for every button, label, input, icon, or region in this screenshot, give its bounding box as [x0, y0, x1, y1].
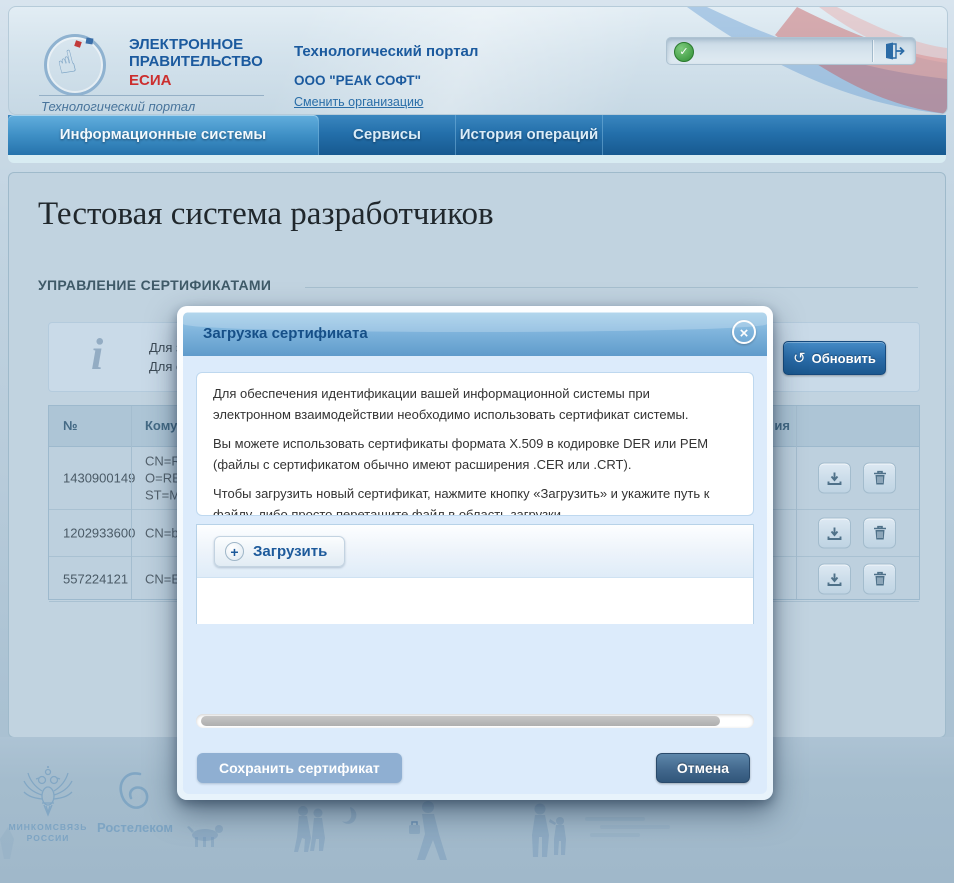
upload-button-label: Загрузить [253, 543, 327, 560]
logout-door-icon[interactable] [883, 42, 905, 60]
brand-block: ЭЛЕКТРОННОЕ ПРАВИТЕЛЬСТВО ЕСИА [129, 36, 263, 89]
modal-inner: Загрузка сертификата × Для обеспечения и… [183, 312, 767, 794]
download-certificate-button[interactable] [818, 463, 851, 494]
check-circle-icon: ✓ [674, 42, 694, 62]
upload-area: + Загрузить [196, 524, 754, 624]
modal-header: Загрузка сертификата × [183, 312, 767, 356]
info-icon: i [91, 329, 103, 380]
row-actions [818, 564, 896, 595]
certificate-number: 1202933600 [63, 526, 135, 541]
nav-bottom-strip [8, 155, 946, 163]
certificate-number: 1430900149 [63, 471, 135, 486]
section-divider [305, 287, 918, 288]
session-status-bar: ✓ [666, 37, 916, 65]
cert-line: O=RE [145, 470, 181, 487]
download-certificate-button[interactable] [818, 564, 851, 595]
tab-services[interactable]: Сервисы [319, 115, 456, 155]
refresh-icon: ↻ [793, 349, 806, 367]
page-title: Тестовая система разработчиков [38, 196, 494, 233]
delete-certificate-button[interactable] [863, 463, 896, 494]
certificate-number: 557224121 [63, 572, 128, 587]
logo-red-square [74, 40, 82, 48]
save-certificate-button[interactable]: Сохранить сертификат [197, 753, 402, 783]
main-navigation: Информационные системы Сервисы История о… [8, 115, 946, 155]
delete-certificate-button[interactable] [863, 518, 896, 549]
column-divider [131, 406, 132, 599]
download-certificate-button[interactable] [818, 518, 851, 549]
portal-title: Технологический портал [294, 43, 478, 60]
delete-certificate-button[interactable] [863, 564, 896, 595]
plus-circle-icon: + [225, 542, 244, 561]
organization-name: ООО "РЕАК СОФТ" [294, 73, 421, 88]
refresh-button[interactable]: ↻ Обновить [783, 341, 886, 375]
close-icon[interactable]: × [732, 320, 756, 344]
modal-info-box: Для обеспечения идентификации вашей инфо… [196, 372, 754, 516]
header-banner: ☝ ЭЛЕКТРОННОЕ ПРАВИТЕЛЬСТВО ЕСИА Техноло… [8, 6, 948, 115]
brand-divider [39, 95, 264, 96]
column-validity: ия [774, 418, 790, 433]
page-background: ☝ ЭЛЕКТРОННОЕ ПРАВИТЕЛЬСТВО ЕСИА Техноло… [0, 0, 954, 883]
logo-blue-square [86, 37, 94, 44]
modal-paragraph: Чтобы загрузить новый сертификат, нажмит… [213, 483, 718, 516]
cancel-button[interactable]: Отмена [656, 753, 750, 783]
upload-button[interactable]: + Загрузить [214, 536, 345, 567]
cert-line: CN=E [145, 571, 180, 588]
cert-line: CN=b [145, 525, 179, 542]
ministry-line2: РОССИИ [6, 833, 90, 844]
certificate-subject: CN=E [145, 571, 180, 588]
certificate-subject: CN=R O=RE ST=M [145, 453, 181, 504]
change-organization-link[interactable]: Сменить организацию [294, 95, 423, 109]
column-divider [796, 406, 797, 599]
modal-title: Загрузка сертификата [203, 325, 368, 342]
rostelecom-logo [116, 769, 156, 817]
file-drop-zone[interactable] [197, 578, 753, 624]
upload-toolbar: + Загрузить [197, 525, 753, 578]
row-actions [818, 463, 896, 494]
cert-line: CN=R [145, 453, 181, 470]
esia-logo: ☝ [44, 34, 106, 96]
tab-information-systems[interactable]: Информационные системы [8, 115, 319, 155]
modal-paragraph: Для обеспечения идентификации вашей инфо… [213, 383, 718, 425]
tab-operation-history[interactable]: История операций [456, 115, 603, 155]
brand-tagline: Технологический портал [41, 99, 195, 114]
minkomsvyaz-eagle-logo [20, 765, 76, 821]
minkomsvyaz-label: МИНКОМСВЯЗЬ РОССИИ [6, 822, 90, 844]
certificate-upload-modal: Загрузка сертификата × Для обеспечения и… [177, 306, 773, 800]
hand-icon: ☝ [53, 43, 80, 83]
horizontal-scrollbar-track[interactable] [196, 714, 754, 728]
certificate-subject: CN=b [145, 525, 179, 542]
section-title: УПРАВЛЕНИЕ СЕРТИФИКАТАМИ [38, 277, 271, 293]
ministry-line1: МИНКОМСВЯЗЬ [6, 822, 90, 833]
brand-line1: ЭЛЕКТРОННОЕ [129, 36, 263, 53]
column-number: № [63, 418, 78, 433]
brand-line2: ПРАВИТЕЛЬСТВО [129, 53, 263, 70]
row-actions [818, 518, 896, 549]
column-issued-to: Кому [145, 418, 177, 433]
refresh-label: Обновить [812, 351, 876, 366]
horizontal-scrollbar-thumb[interactable] [201, 716, 720, 726]
brand-esia: ЕСИА [129, 72, 263, 89]
status-bar-divider [872, 40, 873, 62]
cert-line: ST=M [145, 487, 181, 504]
rostelecom-label: Ростелеком [97, 820, 173, 835]
modal-paragraph: Вы можете использовать сертификаты форма… [213, 433, 718, 475]
